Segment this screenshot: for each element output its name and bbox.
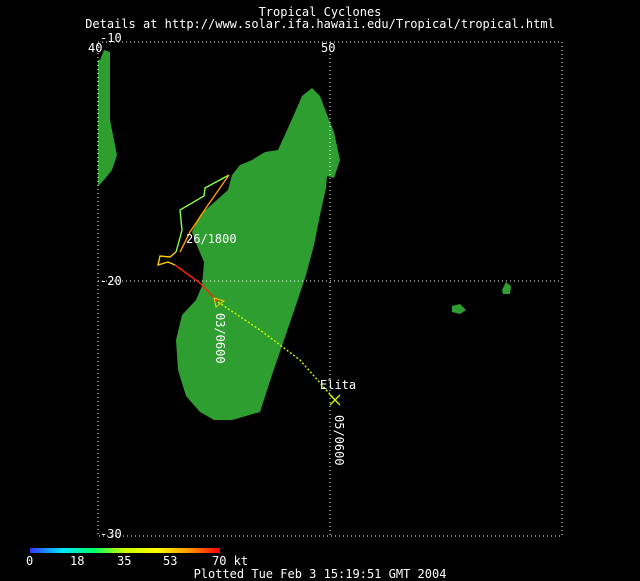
time-label-05-0600: 05/0600 [332,415,346,466]
lat-label-10: -10 [100,31,122,45]
time-label-26-1800: 26/1800 [186,232,237,246]
colorbar-tick-53: 53 [163,554,178,568]
storm-name-label: Elita [320,378,356,392]
land-group [98,50,511,420]
reunion-island [452,304,466,314]
current-position-x-marker [329,394,341,406]
colorbar-tick-35: 35 [117,554,132,568]
lat-label-30: -30 [100,527,122,541]
colorbar-tick-18: 18 [70,554,85,568]
lon-label-50: 50 [321,41,335,55]
lat-label-20: -20 [100,274,122,288]
mauritius-island [502,282,511,294]
track-segment-loop [157,251,177,267]
cyclone-map: 40 -10 50 -20 -30 26/1800 03/0600 Elita … [88,31,563,541]
plotted-timestamp: Plotted Tue Feb 3 15:19:51 GMT 2004 [193,567,447,581]
colorbar-tick-70: 70 kt [212,554,249,568]
intensity-colorbar [30,548,220,553]
colorbar-tick-0: 0 [26,554,34,568]
grid-lines [97,41,563,537]
plot-frame [97,41,563,537]
madagascar-landmass [176,88,340,420]
time-label-03-0600: 03/0600 [213,313,227,364]
africa-landmass [98,50,117,186]
